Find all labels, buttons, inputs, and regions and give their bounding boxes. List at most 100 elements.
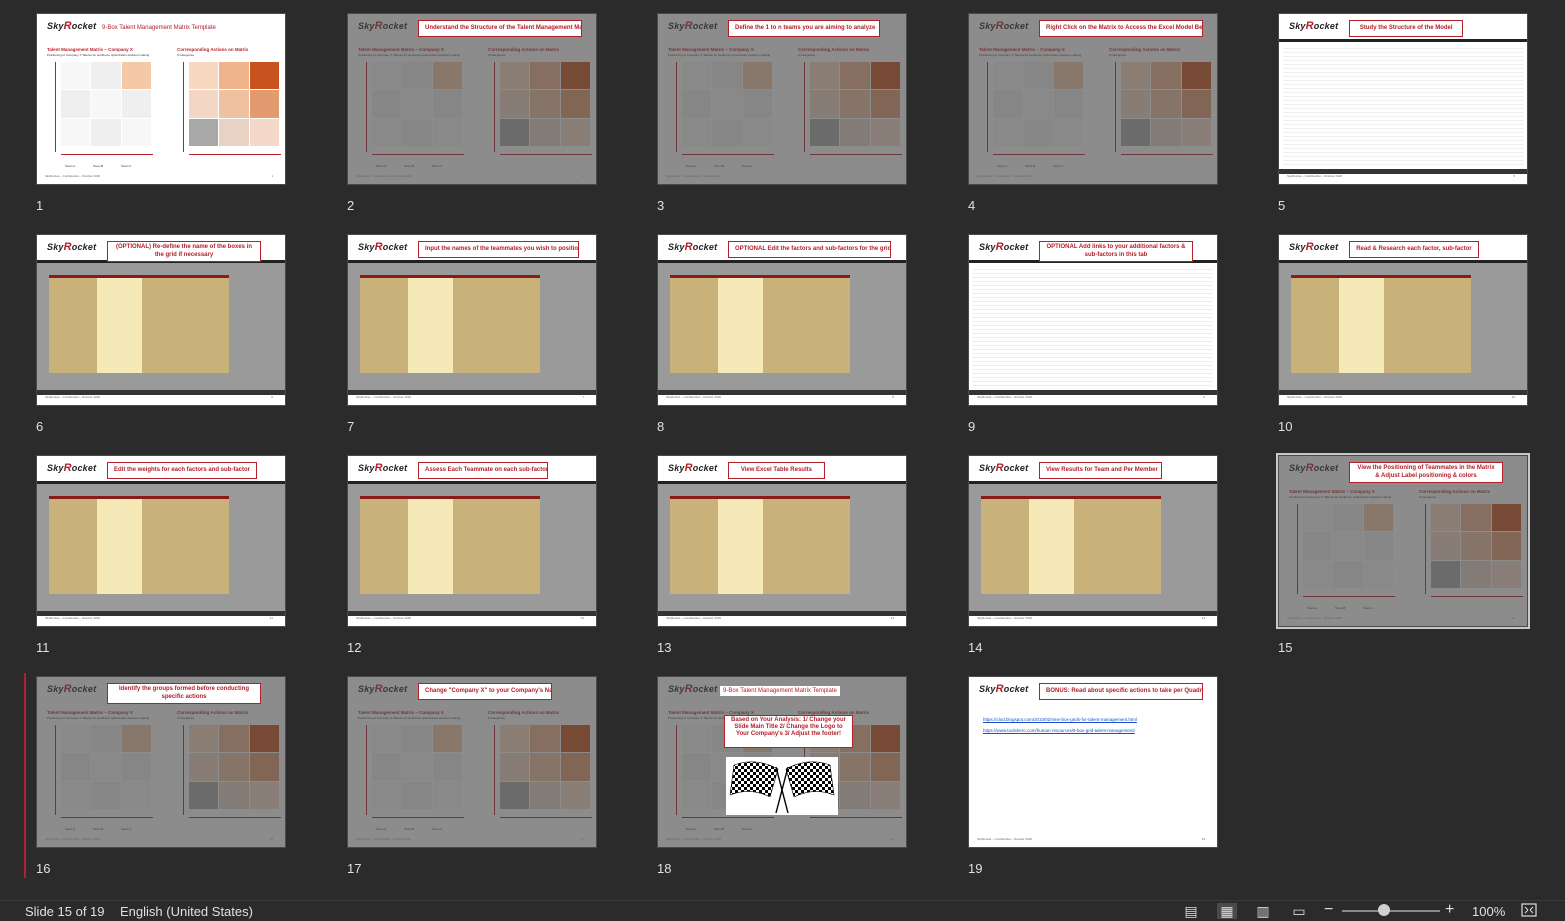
reference-link[interactable]: https://clod.blogspot.com/2010/02/nine-b… [983, 717, 1137, 722]
slide-preview[interactable]: SkyRocket Assess Each Teammate on each su… [347, 455, 597, 627]
legend-item: Team C [742, 827, 753, 831]
logo-rocket-letter: R [374, 20, 383, 32]
logo-rest: ocket [1003, 463, 1029, 473]
axis-line [366, 725, 367, 815]
slide-preview[interactable]: SkyRocket Talent Management Matrix – Comp… [347, 13, 597, 185]
fit-to-window-icon[interactable] [1521, 903, 1537, 917]
language-indicator[interactable]: English (United States) [120, 904, 253, 919]
slide-preview[interactable]: SkyRocket Read & Research each factor, su… [1278, 234, 1528, 406]
slide-preview[interactable]: SkyRocket Edit the weights for each facto… [36, 455, 286, 627]
slide-preview[interactable]: SkyRocket Talent Management Matrix – Comp… [36, 676, 286, 848]
slide-thumbnail-17[interactable]: SkyRocket Talent Management Matrix – Comp… [347, 676, 597, 876]
slide-number-label: 16 [36, 861, 51, 876]
slide-thumbnail-16[interactable]: SkyRocket Talent Management Matrix – Comp… [36, 676, 286, 876]
slide-thumbnail-11[interactable]: SkyRocket Edit the weights for each facto… [36, 455, 286, 655]
slide-preview[interactable]: SkyRocket Talent Management Matrix – Comp… [1276, 453, 1530, 629]
slide-thumbnail-1[interactable]: SkyRocket Talent Management Matrix – Comp… [36, 13, 286, 213]
slide-preview[interactable]: SkyRocket Talent Management Matrix – Comp… [36, 13, 286, 185]
zoom-level[interactable]: 100% [1472, 904, 1505, 919]
actions-cell [870, 753, 900, 781]
slide-footer: SkyRocket – Confidential – October 2020 [45, 174, 101, 178]
axis-line [494, 725, 495, 815]
logo-rest: ocket [71, 684, 97, 694]
grid-cell [682, 725, 712, 753]
slide-thumbnail-18[interactable]: SkyRocket Talent Management Matrix – Comp… [657, 676, 907, 876]
slide-thumbnail-9[interactable]: SkyRocket OPTIONAL Add links to your addi… [968, 234, 1218, 434]
actions-cell [1121, 118, 1151, 146]
actions-cell [1461, 560, 1491, 588]
reference-link[interactable]: https://www.toolshero.com/human-resource… [983, 728, 1137, 733]
zoom-slider[interactable] [1342, 910, 1440, 912]
legend-item: Team B [714, 164, 725, 168]
normal-view-icon[interactable]: ▤ [1181, 903, 1201, 919]
excel-sheet-screenshot [969, 481, 1217, 616]
logo-rest: ocket [1003, 684, 1029, 694]
logo-prefix: Sky [47, 463, 64, 473]
actions-title: Corresponding Actions on Matrix [1419, 489, 1491, 494]
slide-thumbnail-3[interactable]: SkyRocket Talent Management Matrix – Comp… [657, 13, 907, 213]
legend-item: Team A [65, 164, 76, 168]
slide-preview[interactable]: SkyRocket Input the names of the teammate… [347, 234, 597, 406]
slide-thumbnail-14[interactable]: SkyRocket View Results for Team and Per M… [968, 455, 1218, 655]
slide-thumbnail-6[interactable]: SkyRocket (OPTIONAL) Re-define the name o… [36, 234, 286, 434]
slide-thumbnail-15[interactable]: SkyRocket Talent Management Matrix – Comp… [1276, 453, 1530, 655]
reading-view-icon[interactable]: ▥ [1253, 903, 1273, 919]
talent-grid [993, 62, 1083, 146]
slide-preview[interactable]: SkyRocket BONUS: Read about specific acti… [968, 676, 1218, 848]
slide-thumbnail-7[interactable]: SkyRocket Input the names of the teammate… [347, 234, 597, 434]
slide-page-number: 2 [582, 174, 584, 178]
grid-cell [61, 725, 91, 753]
excel-header-row [49, 496, 229, 499]
actions-cell [870, 62, 900, 90]
actions-cell [560, 781, 590, 809]
slide-preview[interactable]: SkyRocket Talent Management Matrix – Comp… [347, 676, 597, 848]
slide-counter: Slide 15 of 19 [25, 904, 105, 919]
slide-thumbnail-8[interactable]: SkyRocket OPTIONAL Edit the factors and s… [657, 234, 907, 434]
reference-links: https://clod.blogspot.com/2010/02/nine-b… [983, 717, 1137, 739]
legend-item: Team B [404, 827, 415, 831]
slide-thumbnail-2[interactable]: SkyRocket Talent Management Matrix – Comp… [347, 13, 597, 213]
slide-page-number: 16 [269, 837, 273, 841]
logo-rocket-letter: R [684, 241, 693, 253]
slide-preview[interactable]: SkyRocket OPTIONAL Edit the factors and s… [657, 234, 907, 406]
logo-prefix: Sky [358, 684, 375, 694]
slide-preview[interactable]: SkyRocket View Results for Team and Per M… [968, 455, 1218, 627]
zoom-out-button[interactable]: − [1324, 901, 1333, 919]
slide-step-banner: View Results for Team and Per Member [1039, 462, 1163, 479]
legend-item: Team B [1025, 164, 1036, 168]
slide-thumbnail-5[interactable]: SkyRocket Study the Structure of the Mode… [1278, 13, 1528, 213]
matrix-title: Talent Management Matrix – Company X [47, 710, 133, 715]
slideshow-icon[interactable]: ▭ [1289, 903, 1309, 919]
slide-preview[interactable]: SkyRocket (OPTIONAL) Re-define the name o… [36, 234, 286, 406]
actions-cell [1491, 560, 1521, 588]
slide-thumbnail-12[interactable]: SkyRocket Assess Each Teammate on each su… [347, 455, 597, 655]
slide-preview[interactable]: SkyRocket Talent Management Matrix – Comp… [968, 13, 1218, 185]
matrix-subtitle: Positioning of Company X Talents for wor… [358, 716, 461, 720]
slide-step-banner: View Excel Table Results [728, 462, 825, 479]
skyrocket-logo: SkyRocket [668, 20, 717, 32]
actions-cell [530, 725, 560, 753]
slide-thumbnail-19[interactable]: SkyRocket BONUS: Read about specific acti… [968, 676, 1218, 876]
zoom-in-button[interactable]: + [1445, 901, 1454, 919]
actions-cell [189, 753, 219, 781]
slide-preview[interactable]: SkyRocket View Excel Table Results SkyRock… [657, 455, 907, 627]
excel-sheet-screenshot [658, 260, 906, 395]
slide-preview[interactable]: SkyRocket Talent Management Matrix – Comp… [657, 13, 907, 185]
grid-cell [402, 90, 432, 118]
logo-rest: ocket [71, 463, 97, 473]
slide-preview[interactable]: SkyRocket OPTIONAL Add links to your addi… [968, 234, 1218, 406]
slide-sorter-icon[interactable]: ▦ [1217, 903, 1237, 919]
actions-cell [249, 725, 279, 753]
actions-cell [1121, 90, 1151, 118]
grid-cell [1023, 90, 1053, 118]
logo-rest: ocket [382, 684, 408, 694]
slide-thumbnail-13[interactable]: SkyRocket View Excel Table Results SkyRock… [657, 455, 907, 655]
logo-prefix: Sky [979, 21, 996, 31]
zoom-slider-thumb[interactable] [1378, 904, 1391, 916]
slide-title: 9-Box Talent Management Matrix Template [99, 23, 219, 33]
slide-preview[interactable]: SkyRocket Talent Management Matrix – Comp… [657, 676, 907, 848]
slide-preview[interactable]: SkyRocket Study the Structure of the Mode… [1278, 13, 1528, 185]
logo-rest: ocket [692, 21, 718, 31]
slide-thumbnail-4[interactable]: SkyRocket Talent Management Matrix – Comp… [968, 13, 1218, 213]
slide-thumbnail-10[interactable]: SkyRocket Read & Research each factor, su… [1278, 234, 1528, 434]
